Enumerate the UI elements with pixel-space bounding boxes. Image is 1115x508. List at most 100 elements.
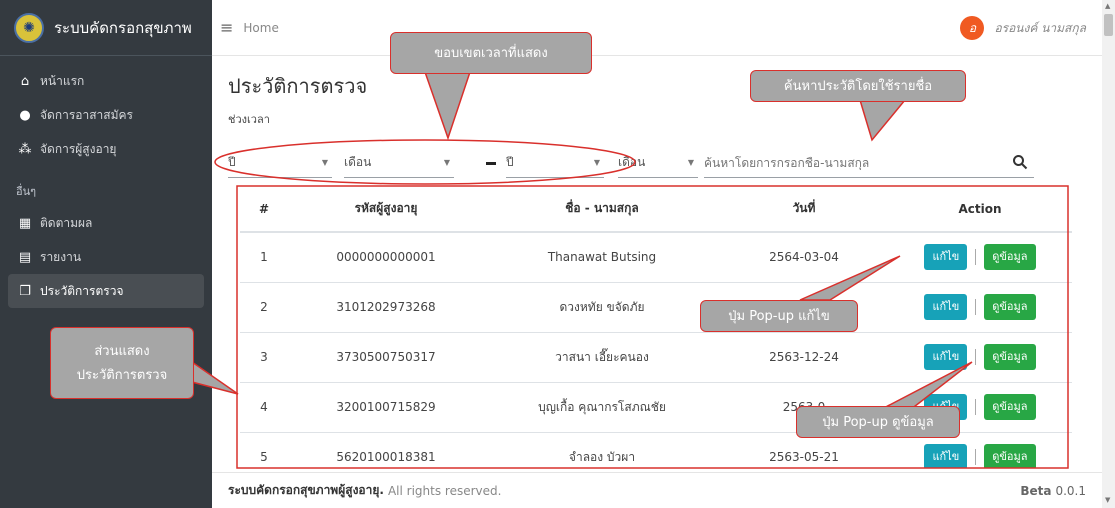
month-from-select[interactable]: เดือน ▼: [344, 148, 454, 178]
sidebar-item-elderly[interactable]: ⁂ จัดการผู้สูงอายุ: [8, 132, 204, 166]
col-name: ชื่อ - นามสกุล: [484, 186, 720, 233]
year-from-select[interactable]: ปี ▼: [228, 148, 332, 178]
callout-display-line1: ส่วนแสดง: [94, 344, 150, 359]
action-separator: [975, 348, 977, 365]
col-no: #: [240, 186, 288, 233]
top-header: ≡ Home อ อรอนงค์ นามสกุล: [212, 0, 1102, 56]
cell-elderly-id: 3730500750317: [288, 331, 484, 382]
scroll-up-icon[interactable]: ▲: [1105, 2, 1110, 10]
sidebar: ✺ ระบบคัดกรอกสุขภาพ ⌂ หน้าแรก ● จัดการอา…: [0, 0, 212, 508]
cell-name: Thanawat Butsing: [484, 231, 720, 282]
callout-display-section: ส่วนแสดง ประวัติการตรวจ: [50, 327, 194, 399]
version-label: Beta: [1020, 483, 1052, 498]
month-to-value: เดือน: [618, 155, 646, 169]
search-icon[interactable]: [1012, 154, 1028, 170]
cell-elderly-id: 3200100715829: [288, 381, 484, 432]
callout-time-range: ขอบเขตเวลาที่แสดง: [390, 32, 592, 74]
caret-down-icon: ▼: [593, 158, 600, 167]
year-to-select[interactable]: ปี ▼: [506, 148, 604, 178]
cell-date: 2564-03-04: [720, 231, 888, 282]
search-input[interactable]: [704, 155, 994, 170]
callout-search-by-name: ค้นหาประวัติโดยใช้รายชื่อ: [750, 70, 966, 102]
col-elderly-id: รหัสผู้สูงอายุ: [288, 186, 484, 233]
footer-app-name: ระบบคัดกรอกสุขภาพผู้สูงอายุ.: [228, 483, 384, 497]
footer-rights: All rights reserved.: [387, 483, 502, 498]
callout-edit-popup: ปุ่ม Pop-up แก้ไข: [700, 300, 858, 332]
version: Beta 0.0.1: [1020, 484, 1086, 498]
home-icon: ⌂: [20, 73, 30, 89]
action-separator: [975, 248, 977, 265]
avatar: อ: [960, 16, 985, 40]
sidebar-item-history[interactable]: ❐ ประวัติการตรวจ: [8, 274, 204, 308]
action-separator: [975, 448, 977, 465]
calendar-icon: ▦: [18, 215, 32, 231]
cell-action: แก้ไข ดูข้อมูล: [888, 231, 1072, 282]
page-scrollbar[interactable]: ▲ ▼: [1102, 0, 1115, 508]
cell-name: วาสนา เอี๊ยะคนอง: [484, 331, 720, 382]
brand-title: ระบบคัดกรอกสุขภาพ: [54, 18, 192, 37]
version-number: 0.0.1: [1055, 483, 1086, 498]
table-row: 1 0000000000001 Thanawat Butsing 2564-03-04…: [240, 231, 1072, 282]
cell-name: บุญเกื้อ คุณากรโสภณชัย: [484, 381, 720, 432]
sidebar-item-volunteers[interactable]: ● จัดการอาสาสมัคร: [8, 98, 204, 132]
view-button[interactable]: ดูข้อมูล: [984, 444, 1036, 468]
menu-toggle-icon[interactable]: ≡: [220, 18, 233, 37]
sidebar-item-home[interactable]: ⌂ หน้าแรก: [8, 64, 204, 98]
edit-button[interactable]: แก้ไข: [924, 344, 968, 370]
view-button[interactable]: ดูข้อมูล: [984, 294, 1036, 320]
month-to-select[interactable]: เดือน ▼: [618, 148, 698, 178]
month-from-value: เดือน: [344, 155, 372, 169]
home-link[interactable]: Home: [243, 21, 278, 35]
cell-no: 4: [240, 381, 288, 432]
cell-action: แก้ไข ดูข้อมูล: [888, 331, 1072, 382]
view-button[interactable]: ดูข้อมูล: [984, 344, 1036, 370]
callout-display-line2: ประวัติการตรวจ: [76, 368, 168, 383]
sidebar-item-label: รายงาน: [40, 249, 82, 264]
caret-down-icon: ▼: [321, 158, 328, 167]
view-button[interactable]: ดูข้อมูล: [984, 244, 1036, 271]
edit-button[interactable]: แก้ไข: [924, 444, 968, 468]
sidebar-section-other: อื่นๆ: [16, 185, 37, 198]
file-icon: ▤: [18, 249, 32, 265]
cell-no: 1: [240, 231, 288, 282]
sidebar-menu: ⌂ หน้าแรก ● จัดการอาสาสมัคร ⁂ จัดการผู้ส…: [0, 56, 212, 316]
user-menu[interactable]: อ อรอนงค์ นามสกุล: [960, 16, 1086, 40]
sidebar-item-label: หน้าแรก: [40, 73, 85, 88]
caret-down-icon: ▼: [687, 158, 694, 167]
user-name: อรอนงค์ นามสกุล: [994, 20, 1086, 35]
cell-elderly-id: 5620100018381: [288, 431, 484, 468]
scroll-down-icon[interactable]: ▼: [1105, 496, 1110, 504]
user-cog-icon: ●: [19, 107, 31, 123]
callout-view-popup: ปุ่ม Pop-up ดูข้อมูล: [796, 406, 960, 438]
sidebar-item-label: จัดการผู้สูงอายุ: [40, 141, 117, 156]
table-header-row: # รหัสผู้สูงอายุ ชื่อ - นามสกุล วันที่ A…: [240, 186, 1072, 233]
view-button[interactable]: ดูข้อมูล: [984, 394, 1036, 420]
search-box: [704, 148, 1034, 178]
col-action: Action: [888, 186, 1072, 233]
sidebar-item-label: ประวัติการตรวจ: [40, 283, 124, 298]
sidebar-item-report[interactable]: ▤ รายงาน: [8, 240, 204, 274]
edit-button[interactable]: แก้ไข: [924, 244, 968, 271]
cell-no: 2: [240, 281, 288, 332]
sidebar-item-label: จัดการอาสาสมัคร: [40, 107, 133, 122]
brand[interactable]: ✺ ระบบคัดกรอกสุขภาพ: [0, 0, 212, 56]
app: ✺ ระบบคัดกรอกสุขภาพ ⌂ หน้าแรก ● จัดการอา…: [0, 0, 1115, 508]
sidebar-item-follow-up[interactable]: ▦ ติดตามผล: [8, 206, 204, 240]
logo-icon: ✺: [14, 12, 44, 43]
table-row: 3 3730500750317 วาสนา เอี๊ยะคนอง 2563-12-24…: [240, 331, 1072, 382]
page-title: ประวัติการตรวจ: [228, 74, 368, 98]
sidebar-item-label: ติดตามผล: [40, 215, 93, 230]
cell-no: 3: [240, 331, 288, 382]
cell-no: 5: [240, 431, 288, 468]
footer: ระบบคัดกรอกสุขภาพผู้สูงอายุ. All rights …: [212, 472, 1102, 508]
edit-button[interactable]: แก้ไข: [924, 294, 968, 320]
col-date: วันที่: [720, 186, 888, 233]
cell-name: จำลอง บัวผา: [484, 431, 720, 468]
action-separator: [975, 398, 977, 415]
cell-elderly-id: 3101202973268: [288, 281, 484, 332]
year-to-value: ปี: [506, 155, 514, 169]
range-separator: [486, 162, 496, 165]
scroll-thumb[interactable]: [1104, 14, 1113, 36]
cell-name: ดวงหทัย ขจัดภัย: [484, 281, 720, 332]
cell-elderly-id: 0000000000001: [288, 231, 484, 282]
